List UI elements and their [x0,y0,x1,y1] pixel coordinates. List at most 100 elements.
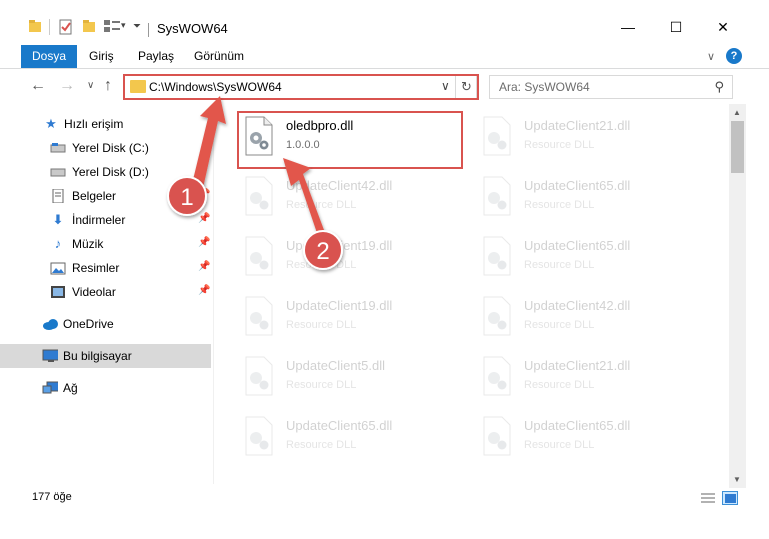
file-description: Resource DLL [524,139,595,151]
file-name: UpdateClient65.dll [524,418,631,433]
dll-file-icon [483,416,511,456]
help-button[interactable]: ? [726,48,742,64]
file-item[interactable]: UpdateClient42.dll Resource DLL [476,290,711,346]
minimize-button[interactable]: — [605,12,651,42]
file-name: UpdateClient42.dll [286,178,393,193]
sidebar-item-pictures[interactable]: Resimler 📌 [0,256,211,280]
sidebar-item-label: İndirmeler [72,213,126,227]
new-folder-icon[interactable] [82,19,96,33]
dll-file-icon [245,176,273,216]
window-title: SysWOW64 [157,21,228,36]
file-item[interactable]: oledbpro.dll 1.0.0.0 [238,110,473,166]
tab-dosya[interactable]: Dosya [21,45,78,68]
file-item[interactable]: UpdateClient5.dll Resource DLL [238,350,473,406]
file-item[interactable]: UpdateClient21.dll Resource DLL [476,350,711,406]
back-icon[interactable]: ← [30,77,46,95]
large-icons-view-icon[interactable] [722,491,738,505]
tab-paylas[interactable]: Paylaş [127,45,185,68]
dll-file-icon [483,116,511,156]
scroll-down-icon[interactable]: ▼ [733,475,741,484]
status-bar: 177 öğe [0,487,769,509]
forward-icon[interactable]: → [59,77,75,95]
details-view-icon[interactable] [700,491,716,505]
pin-icon[interactable]: 📌 [198,237,210,248]
network-icon [42,381,58,394]
file-description: Resource DLL [286,379,357,391]
maximize-button[interactable]: ☐ [653,12,699,42]
file-description: Resource DLL [286,319,357,331]
file-name: UpdateClient65.dll [524,178,631,193]
sidebar-item-label: Müzik [72,237,104,251]
properties-icon[interactable] [58,19,74,35]
file-item[interactable]: UpdateClient42.dll Resource DLL [238,170,473,226]
dll-file-icon [483,176,511,216]
pin-icon[interactable]: 📌 [198,213,210,224]
navigation-bar: ← → ∨ ↑ C:\Windows\SysWOW64 ∨ ↻ Ara: Sys… [0,70,769,104]
file-item[interactable]: UpdateClient65.dll Resource DLL [238,410,473,466]
pin-icon[interactable]: 📌 [198,285,210,296]
recent-locations-icon[interactable]: ∨ [87,80,94,91]
sidebar-item-downloads[interactable]: ⬇ İndirmeler 📌 [0,208,211,232]
customize-toolbar-icon[interactable]: ⏷ [133,21,141,32]
address-bar[interactable]: C:\Windows\SysWOW64 ∨ ↻ [124,75,477,99]
file-item[interactable]: UpdateClient19.dll Resource DLL [238,230,473,286]
picture-icon [50,262,66,275]
file-item[interactable]: UpdateClient21.dll Resource DLL [476,110,711,166]
file-item[interactable]: UpdateClient65.dll Resource DLL [476,230,711,286]
sidebar-item-this-pc[interactable]: Bu bilgisayar [0,344,211,368]
sidebar-item-disk-d[interactable]: Yerel Disk (D:) [0,160,211,184]
scroll-thumb[interactable] [731,121,744,173]
file-description: Resource DLL [524,379,595,391]
file-name: oledbpro.dll [286,118,354,133]
sidebar-item-label: Ağ [63,381,78,395]
dll-file-icon [245,296,273,336]
sidebar-item-onedrive[interactable]: OneDrive [0,312,211,336]
pin-icon[interactable]: 📌 [198,189,210,200]
search-icon[interactable]: ⚲ [714,79,724,95]
file-list: oledbpro.dll 1.0.0.0 UpdateClient21.dll … [214,104,729,484]
drive-icon [50,143,66,153]
file-item[interactable]: UpdateClient65.dll Resource DLL [476,410,711,466]
sidebar-item-disk-c[interactable]: Yerel Disk (C:) [0,136,211,160]
file-item[interactable]: UpdateClient19.dll Resource DLL [238,290,473,346]
up-icon[interactable]: ↑ [104,77,112,95]
item-count: 177 öğe [32,491,72,503]
search-placeholder: Ara: SysWOW64 [499,80,590,94]
address-dropdown-icon[interactable]: ∨ [441,79,450,93]
view-options-icon[interactable] [103,19,121,33]
sidebar-item-label: OneDrive [63,317,114,331]
file-item[interactable]: UpdateClient65.dll Resource DLL [476,170,711,226]
expand-ribbon-icon[interactable]: ∨ [707,50,715,63]
document-icon [52,189,64,203]
pin-icon[interactable]: 📌 [198,261,210,272]
close-button[interactable]: ✕ [700,12,746,42]
dll-file-icon [483,296,511,336]
search-input[interactable]: Ara: SysWOW64 ⚲ [489,75,733,99]
title-bar: ▾ ⏷ SysWOW64 — ☐ ✕ [0,0,769,42]
cloud-icon [43,319,58,330]
file-description: Resource DLL [524,439,595,451]
sidebar-item-label: Bu bilgisayar [63,349,132,363]
file-name: UpdateClient21.dll [524,118,631,133]
dropdown-arrow-icon[interactable]: ▾ [121,20,126,31]
file-name: UpdateClient65.dll [524,238,631,253]
file-name: UpdateClient42.dll [524,298,631,313]
sidebar-item-network[interactable]: Ağ [0,376,211,400]
file-description: 1.0.0.0 [286,139,320,151]
address-path[interactable]: C:\Windows\SysWOW64 [149,80,282,94]
folder-icon [29,20,41,32]
scroll-up-icon[interactable]: ▲ [733,108,741,117]
sidebar-item-quick-access[interactable]: ★ Hızlı erişim [0,112,211,136]
sidebar-item-documents[interactable]: Belgeler 📌 [0,184,211,208]
tab-gorunum[interactable]: Görünüm [183,45,255,68]
sidebar-item-music[interactable]: ♪ Müzik 📌 [0,232,211,256]
sidebar-item-videos[interactable]: Videolar 📌 [0,280,211,304]
file-name: UpdateClient19.dll [286,298,393,313]
refresh-icon[interactable]: ↻ [455,76,477,98]
download-icon: ⬇ [52,212,64,227]
vertical-scrollbar[interactable]: ▲ ▼ [729,104,746,488]
ribbon: Dosya Giriş Paylaş Görünüm ∨ ? [0,45,769,69]
drive-icon [50,168,66,177]
tab-giris[interactable]: Giriş [78,45,125,68]
file-description: Resource DLL [524,199,595,211]
